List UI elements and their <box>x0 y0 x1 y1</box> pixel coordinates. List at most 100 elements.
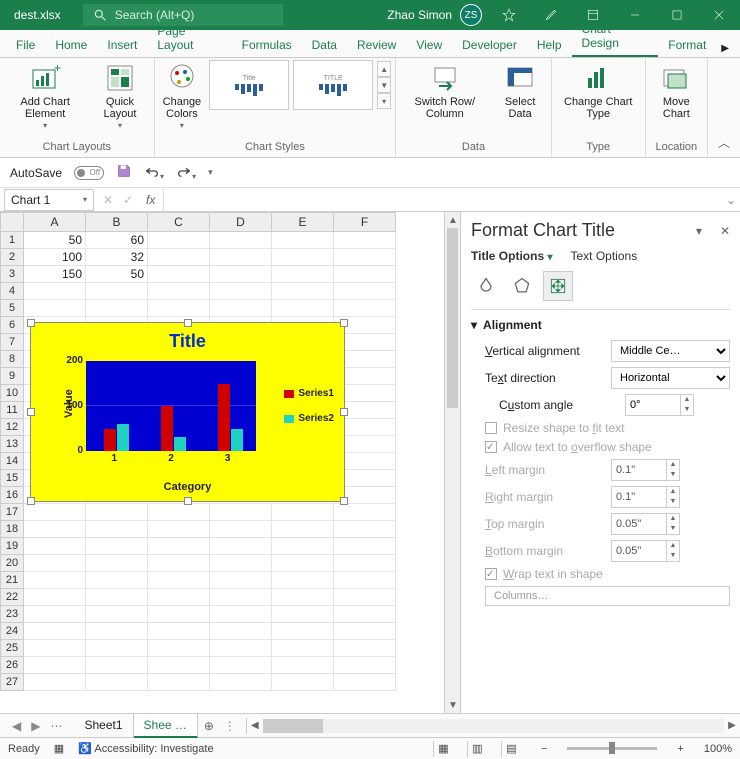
cell[interactable] <box>148 589 210 606</box>
quick-layout-button[interactable]: Quick Layout▾ <box>90 60 149 133</box>
name-box[interactable]: Chart 1▾ <box>4 189 94 211</box>
cell[interactable] <box>210 249 272 266</box>
vertical-scrollbar[interactable]: ▲ ▼ <box>444 212 460 713</box>
tab-format[interactable]: Format <box>658 32 716 57</box>
cell[interactable] <box>24 504 86 521</box>
cell[interactable] <box>86 521 148 538</box>
row-header[interactable]: 10 <box>0 385 24 402</box>
scroll-up-icon[interactable]: ▲ <box>445 212 461 228</box>
cell[interactable] <box>334 521 396 538</box>
normal-view-icon[interactable]: ▦ <box>433 741 453 757</box>
cell[interactable] <box>272 589 334 606</box>
cell[interactable] <box>272 266 334 283</box>
cell[interactable] <box>86 674 148 691</box>
row-header[interactable]: 9 <box>0 368 24 385</box>
row-header[interactable]: 3 <box>0 266 24 283</box>
cell[interactable] <box>272 521 334 538</box>
col-F[interactable]: F <box>334 212 396 232</box>
tab-data[interactable]: Data <box>302 32 347 57</box>
chart-plot-area[interactable] <box>86 361 256 451</box>
size-properties-tab-icon[interactable] <box>543 271 573 301</box>
collapse-ribbon-icon[interactable]: ︿ <box>708 128 740 157</box>
col-C[interactable]: C <box>148 212 210 232</box>
row-header[interactable]: 24 <box>0 623 24 640</box>
switch-row-column-button[interactable]: Switch Row/ Column <box>400 60 489 122</box>
cell[interactable]: 150 <box>24 266 86 283</box>
cell[interactable] <box>334 249 396 266</box>
row-header[interactable]: 20 <box>0 555 24 572</box>
fx-icon[interactable]: fx <box>138 193 163 207</box>
chart-title[interactable]: Title <box>31 323 344 352</box>
cell[interactable] <box>24 572 86 589</box>
cell[interactable] <box>86 555 148 572</box>
cell[interactable] <box>334 606 396 623</box>
sheet-nav-prev-icon[interactable]: ◀ <box>12 719 21 733</box>
row-header[interactable]: 23 <box>0 606 24 623</box>
pane-options-icon[interactable]: ▾ <box>696 224 702 238</box>
vscroll-thumb[interactable] <box>447 228 458 408</box>
undo-button[interactable]: ▾ <box>144 163 164 182</box>
page-layout-view-icon[interactable]: ▥ <box>467 741 487 757</box>
add-chart-element-button[interactable]: + Add Chart Element▾ <box>4 60 86 133</box>
row-header[interactable]: 19 <box>0 538 24 555</box>
cell[interactable] <box>24 538 86 555</box>
cell[interactable] <box>334 504 396 521</box>
cell[interactable] <box>148 232 210 249</box>
col-B[interactable]: B <box>86 212 148 232</box>
cell[interactable] <box>210 521 272 538</box>
gallery-down-icon[interactable]: ▼ <box>377 77 391 93</box>
cell-grid[interactable]: 1506021003231505045678910111213141516171… <box>0 232 444 713</box>
tab-file[interactable]: File <box>6 32 45 57</box>
row-header[interactable]: 8 <box>0 351 24 368</box>
change-chart-type-button[interactable]: Change Chart Type <box>556 60 641 122</box>
row-header[interactable]: 1 <box>0 232 24 249</box>
row-header[interactable]: 7 <box>0 334 24 351</box>
cell[interactable]: 32 <box>86 249 148 266</box>
cell[interactable] <box>210 555 272 572</box>
tab-formulas[interactable]: Formulas <box>232 32 302 57</box>
tab-help[interactable]: Help <box>527 32 572 57</box>
cell[interactable]: 50 <box>86 266 148 283</box>
tab-developer[interactable]: Developer <box>452 32 527 57</box>
chart-object[interactable]: Title Value 2001000 123 Category Ser <box>30 322 345 502</box>
cell[interactable] <box>210 504 272 521</box>
cell[interactable] <box>24 283 86 300</box>
cell[interactable] <box>334 640 396 657</box>
cell[interactable] <box>334 572 396 589</box>
cell[interactable] <box>210 283 272 300</box>
cell[interactable] <box>86 283 148 300</box>
cell[interactable] <box>272 538 334 555</box>
cell[interactable] <box>210 232 272 249</box>
accessibility-status[interactable]: ♿ Accessibility: Investigate <box>78 742 213 755</box>
cell[interactable] <box>148 623 210 640</box>
alignment-section-header[interactable]: ▾Alignment <box>471 318 730 332</box>
sheet-tab-1[interactable]: Shee … <box>134 714 198 738</box>
row-header[interactable]: 5 <box>0 300 24 317</box>
cell[interactable] <box>272 283 334 300</box>
hscroll-thumb[interactable] <box>263 719 323 733</box>
sheet-tab-0[interactable]: Sheet1 <box>74 714 133 738</box>
cell[interactable] <box>210 640 272 657</box>
cell[interactable] <box>148 640 210 657</box>
tab-review[interactable]: Review <box>347 32 406 57</box>
sheet-nav-more-icon[interactable]: ⋯ <box>50 719 62 733</box>
text-direction-select[interactable]: Horizontal <box>611 367 730 389</box>
horizontal-scrollbar[interactable]: ◀ ▶ <box>246 718 740 734</box>
close-button[interactable] <box>698 0 740 30</box>
row-header[interactable]: 14 <box>0 453 24 470</box>
cell[interactable] <box>210 300 272 317</box>
cell[interactable] <box>148 606 210 623</box>
row-header[interactable]: 6 <box>0 317 24 334</box>
gallery-up-icon[interactable]: ▲ <box>377 61 391 77</box>
cell[interactable]: 60 <box>86 232 148 249</box>
row-header[interactable]: 16 <box>0 487 24 504</box>
cell[interactable] <box>148 572 210 589</box>
cell[interactable] <box>334 232 396 249</box>
angle-spin-down[interactable]: ▼ <box>681 405 693 415</box>
cell[interactable] <box>24 589 86 606</box>
effects-tab-icon[interactable] <box>507 271 537 301</box>
cell[interactable] <box>148 283 210 300</box>
cell[interactable]: 100 <box>24 249 86 266</box>
macro-icon[interactable]: ▦ <box>54 742 64 755</box>
cell[interactable] <box>334 674 396 691</box>
